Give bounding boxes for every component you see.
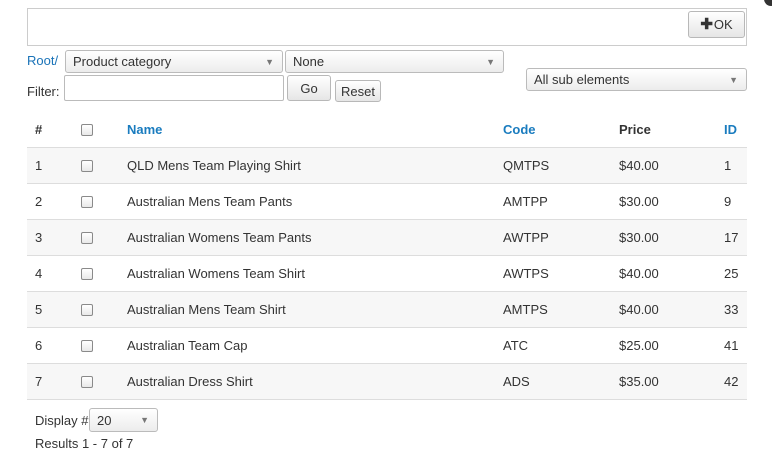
column-header-num: # xyxy=(27,112,74,148)
row-id: 33 xyxy=(724,291,747,328)
row-price: $40.00 xyxy=(619,147,724,184)
row-checkbox-cell xyxy=(74,363,127,400)
row-number: 1 xyxy=(27,147,74,184)
row-name: Australian Mens Team Pants xyxy=(127,183,503,220)
row-id: 17 xyxy=(724,219,747,256)
table-header-row: # Name Code Price ID xyxy=(27,112,747,148)
page-size-value: 20 xyxy=(97,412,112,428)
row-checkbox[interactable] xyxy=(81,196,93,209)
column-header-code[interactable]: Code xyxy=(503,112,619,148)
filter-label: Filter: xyxy=(27,84,60,99)
chevron-down-icon: ▼ xyxy=(729,74,738,85)
table-row: 4 Australian Womens Team Shirt AWTPS $40… xyxy=(27,255,747,292)
row-name: Australian Womens Team Shirt xyxy=(127,255,503,292)
row-id: 9 xyxy=(724,183,747,220)
row-checkbox-cell xyxy=(74,183,127,220)
row-price: $40.00 xyxy=(619,291,724,328)
column-header-name[interactable]: Name xyxy=(127,112,503,148)
chevron-down-icon: ▼ xyxy=(486,56,495,67)
row-checkbox[interactable] xyxy=(81,340,93,353)
row-checkbox[interactable] xyxy=(81,268,93,281)
row-price: $35.00 xyxy=(619,363,724,400)
row-name: Australian Womens Team Pants xyxy=(127,219,503,256)
row-checkbox-cell xyxy=(74,147,127,184)
row-checkbox[interactable] xyxy=(81,304,93,317)
go-button[interactable]: Go xyxy=(287,75,331,101)
results-summary: Results 1 - 7 of 7 xyxy=(35,436,134,451)
table-row: 6 Australian Team Cap ATC $25.00 41 xyxy=(27,327,747,364)
subcategory-select[interactable]: None ▼ xyxy=(285,50,504,73)
row-price: $40.00 xyxy=(619,255,724,292)
row-name: Australian Dress Shirt xyxy=(127,363,503,400)
row-number: 5 xyxy=(27,291,74,328)
scope-select[interactable]: All sub elements ▼ xyxy=(526,68,747,91)
row-number: 2 xyxy=(27,183,74,220)
row-price: $30.00 xyxy=(619,219,724,256)
row-checkbox-cell xyxy=(74,255,127,292)
row-number: 4 xyxy=(27,255,74,292)
row-code: QMTPS xyxy=(503,147,619,184)
root-breadcrumb-link[interactable]: Root/ xyxy=(27,53,58,68)
row-code: AWTPS xyxy=(503,255,619,292)
row-code: AWTPP xyxy=(503,219,619,256)
row-id: 25 xyxy=(724,255,747,292)
row-checkbox[interactable] xyxy=(81,376,93,389)
display-count-label: Display # xyxy=(35,413,89,428)
row-price: $25.00 xyxy=(619,327,724,364)
category-select-value: Product category xyxy=(73,54,172,69)
table-row: 3 Australian Womens Team Pants AWTPP $30… xyxy=(27,219,747,256)
select-all-checkbox[interactable] xyxy=(81,124,93,137)
chevron-down-icon: ▼ xyxy=(140,415,149,425)
subcategory-select-value: None xyxy=(293,54,325,69)
row-code: ATC xyxy=(503,327,619,364)
row-checkbox-cell xyxy=(74,291,127,328)
row-checkbox[interactable] xyxy=(81,160,93,173)
row-code: AMTPS xyxy=(503,291,619,328)
product-table: # Name Code Price ID 1 QLD Mens Team Pla… xyxy=(27,112,747,400)
row-price: $30.00 xyxy=(619,183,724,220)
reset-button[interactable]: Reset xyxy=(335,80,381,102)
window-corner xyxy=(764,0,772,6)
row-code: ADS xyxy=(503,363,619,400)
column-header-price: Price xyxy=(619,112,724,148)
plus-icon: ✚ xyxy=(700,16,713,33)
row-id: 41 xyxy=(724,327,747,364)
row-name: Australian Team Cap xyxy=(127,327,503,364)
scope-select-value: All sub elements xyxy=(534,72,630,87)
table-row: 7 Australian Dress Shirt ADS $35.00 42 xyxy=(27,363,747,400)
page-size-select[interactable]: 20 ▼ xyxy=(89,408,158,432)
row-number: 3 xyxy=(27,219,74,256)
ok-label: OK xyxy=(713,17,733,32)
row-id: 42 xyxy=(724,363,747,400)
column-header-select xyxy=(74,112,127,148)
table-row: 5 Australian Mens Team Shirt AMTPS $40.0… xyxy=(27,291,747,328)
row-checkbox[interactable] xyxy=(81,232,93,245)
row-checkbox-cell xyxy=(74,327,127,364)
row-code: AMTPP xyxy=(503,183,619,220)
row-number: 7 xyxy=(27,363,74,400)
table-row: 1 QLD Mens Team Playing Shirt QMTPS $40.… xyxy=(27,147,747,184)
top-toolbar: ✚ OK xyxy=(27,8,747,46)
row-number: 6 xyxy=(27,327,74,364)
ok-button[interactable]: ✚ OK xyxy=(688,11,745,38)
row-checkbox-cell xyxy=(74,219,127,256)
column-header-id[interactable]: ID xyxy=(724,112,747,148)
row-name: QLD Mens Team Playing Shirt xyxy=(127,147,503,184)
filter-input[interactable] xyxy=(64,75,284,101)
row-id: 1 xyxy=(724,147,747,184)
table-row: 2 Australian Mens Team Pants AMTPP $30.0… xyxy=(27,183,747,220)
category-select[interactable]: Product category ▼ xyxy=(65,50,283,73)
row-name: Australian Mens Team Shirt xyxy=(127,291,503,328)
chevron-down-icon: ▼ xyxy=(265,56,274,67)
